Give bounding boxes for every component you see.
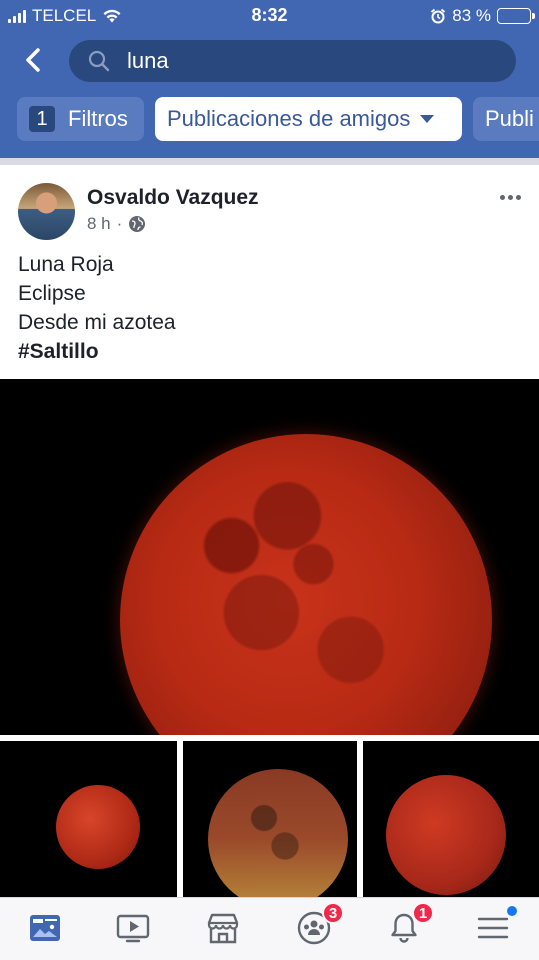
filters-label: Filtros [68, 106, 128, 131]
status-bar: TELCEL 8:32 83 % [0, 0, 539, 32]
more-options-icon[interactable] [500, 195, 521, 200]
meta-separator: · [116, 214, 123, 233]
post-photo-thumb[interactable] [363, 741, 539, 897]
top-header: TELCEL 8:32 83 % luna 1 Filtros Publicac… [0, 0, 539, 158]
tab-marketplace[interactable] [205, 910, 245, 950]
post-photo-thumb[interactable] [0, 741, 177, 897]
tab-menu[interactable] [475, 906, 517, 950]
caret-down-icon [420, 115, 435, 123]
search-input[interactable]: luna [69, 40, 516, 82]
post-photo-main[interactable] [0, 379, 539, 735]
moon-image [208, 769, 348, 897]
tab-notifications[interactable]: 1 [386, 902, 434, 950]
photo-thumbnails [0, 741, 539, 897]
next-filter-label: Publi [485, 106, 534, 131]
battery-area: 83 % [430, 6, 535, 26]
post-line: Eclipse [18, 282, 86, 305]
red-moon-image [120, 434, 492, 735]
moon-image [386, 775, 506, 895]
notifications-badge: 1 [412, 902, 434, 924]
post-meta: 8 h · [87, 214, 146, 234]
filters-button[interactable]: 1 Filtros [17, 97, 144, 141]
post-line: Desde mi azotea [18, 311, 176, 334]
post-time[interactable]: 8 h [87, 214, 111, 234]
battery-icon [497, 8, 535, 24]
battery-percent: 83 % [452, 6, 491, 25]
store-icon [207, 913, 239, 944]
news-feed-icon [30, 915, 60, 941]
globe-icon [129, 216, 146, 232]
post-photo-thumb[interactable] [183, 741, 357, 897]
menu-dot-indicator [507, 906, 517, 916]
groups-badge: 3 [322, 902, 344, 924]
back-arrow-icon[interactable] [20, 46, 48, 74]
tab-groups[interactable]: 3 [296, 902, 344, 950]
section-divider [0, 158, 539, 165]
post-text: Luna Roja Eclipse Desde mi azotea #Salti… [18, 250, 176, 366]
friends-posts-label: Publicaciones de amigos [167, 106, 411, 131]
tab-news-feed[interactable] [27, 910, 67, 950]
next-filter-chip[interactable]: Publi [473, 97, 539, 141]
tab-watch[interactable] [115, 910, 155, 950]
filter-chips: 1 Filtros Publicaciones de amigos Publi [0, 97, 539, 141]
author-name[interactable]: Osvaldo Vazquez [87, 186, 259, 210]
post-line: Luna Roja [18, 253, 114, 276]
alarm-icon [431, 8, 446, 24]
menu-icon [477, 917, 509, 939]
bottom-tab-bar: 3 1 [0, 897, 539, 960]
search-icon [88, 50, 110, 72]
hashtag-link[interactable]: #Saltillo [18, 337, 176, 366]
friends-posts-dropdown[interactable]: Publicaciones de amigos [155, 97, 462, 141]
video-icon [116, 914, 150, 943]
moon-image [56, 785, 140, 869]
search-query: luna [127, 48, 169, 73]
filters-count: 1 [29, 106, 55, 132]
author-avatar[interactable] [18, 183, 75, 240]
